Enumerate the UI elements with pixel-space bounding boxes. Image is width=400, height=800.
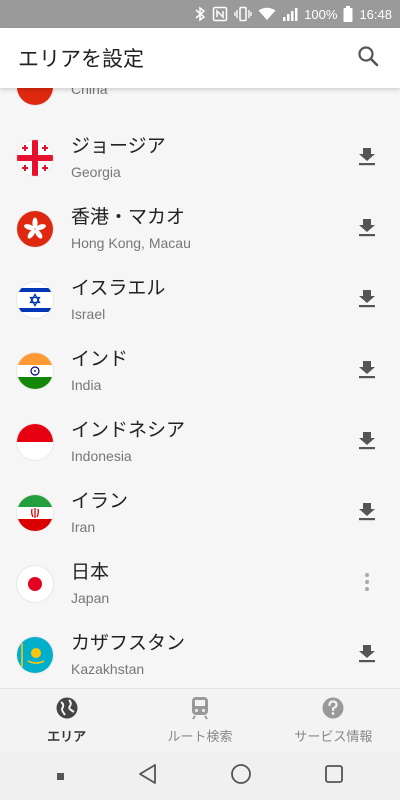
square-dot-icon[interactable] xyxy=(56,767,66,786)
area-name: インドネシア xyxy=(71,419,186,441)
list-item-israel[interactable]: イスラエル Israel xyxy=(0,264,400,335)
download-button[interactable] xyxy=(352,356,382,386)
download-icon xyxy=(357,501,377,525)
globe-icon xyxy=(55,696,79,724)
list-item-china[interactable]: China xyxy=(0,88,400,122)
vibrate-icon xyxy=(234,6,252,22)
area-name: インド xyxy=(71,348,129,370)
download-icon xyxy=(357,643,377,667)
iran-flag-icon xyxy=(17,494,53,531)
area-english-name: Hong Kong, Macau xyxy=(71,235,191,251)
israel-flag-icon xyxy=(17,281,53,318)
indonesia-flag-icon xyxy=(17,423,53,460)
list-item-georgia[interactable]: ジョージア Georgia xyxy=(0,122,400,193)
area-english-name: China xyxy=(71,88,108,97)
status-bar: 100% 16:48 xyxy=(0,0,400,28)
china-flag-icon xyxy=(17,88,53,105)
list-item-iran[interactable]: イラン Iran xyxy=(0,477,400,548)
download-button[interactable] xyxy=(352,285,382,315)
more-vert-icon xyxy=(364,572,370,596)
download-icon xyxy=(357,359,377,383)
nav-tab-area[interactable]: エリア xyxy=(0,689,133,752)
hongkong-flag-icon xyxy=(17,210,53,247)
bottom-navigation: エリア ルート検索 サービス情報 xyxy=(0,688,400,752)
download-icon xyxy=(357,217,377,241)
download-button[interactable] xyxy=(352,143,382,173)
wifi-icon xyxy=(258,7,276,21)
bluetooth-icon xyxy=(194,6,206,22)
nav-tab-route-search[interactable]: ルート検索 xyxy=(133,689,266,752)
area-english-name: Iran xyxy=(71,519,96,535)
area-english-name: Israel xyxy=(71,306,106,322)
list-item-hongkong[interactable]: 香港・マカオ Hong Kong, Macau xyxy=(0,193,400,264)
nav-label-route-search: ルート検索 xyxy=(167,730,233,745)
area-english-name: Indonesia xyxy=(71,448,132,464)
area-list[interactable]: China ジョージア Georgia 香港・マカオ Hong Kong, Ma… xyxy=(0,88,400,688)
home-icon[interactable] xyxy=(230,763,252,789)
india-flag-icon xyxy=(17,352,53,389)
download-button[interactable] xyxy=(352,640,382,670)
kazakhstan-flag-icon xyxy=(17,636,53,673)
area-name: イスラエル xyxy=(71,277,166,299)
recents-icon[interactable] xyxy=(323,763,345,789)
download-button[interactable] xyxy=(352,427,382,457)
area-english-name: Japan xyxy=(71,590,110,606)
nav-label-area: エリア xyxy=(47,730,87,745)
app-bar: エリアを設定 xyxy=(0,28,400,88)
download-button[interactable] xyxy=(352,498,382,528)
more-options-button[interactable] xyxy=(352,569,382,599)
area-name: 日本 xyxy=(71,561,110,583)
area-english-name: Georgia xyxy=(71,164,121,180)
list-item-japan[interactable]: 日本 Japan xyxy=(0,548,400,619)
search-button[interactable] xyxy=(352,42,384,74)
area-english-name: India xyxy=(71,377,102,393)
nfc-icon xyxy=(212,6,228,22)
search-icon xyxy=(357,45,379,71)
signal-icon xyxy=(282,7,298,21)
area-name: カザフスタン xyxy=(71,632,186,654)
nav-tab-service-info[interactable]: サービス情報 xyxy=(267,689,400,752)
page-title: エリアを設定 xyxy=(18,47,144,71)
battery-icon xyxy=(343,6,353,22)
train-icon xyxy=(189,696,211,724)
help-icon xyxy=(321,696,345,724)
list-item-indonesia[interactable]: インドネシア Indonesia xyxy=(0,406,400,477)
download-button[interactable] xyxy=(352,214,382,244)
area-english-name: Kazakhstan xyxy=(71,661,145,677)
nav-label-service-info: サービス情報 xyxy=(294,730,373,745)
area-name: イラン xyxy=(71,490,129,512)
download-icon xyxy=(357,146,377,170)
download-icon xyxy=(357,430,377,454)
japan-flag-icon xyxy=(17,565,53,602)
system-navigation-bar xyxy=(0,752,400,800)
area-name: ジョージア xyxy=(71,135,166,157)
status-time: 16:48 xyxy=(359,6,392,22)
battery-percent: 100% xyxy=(304,6,338,22)
list-item-india[interactable]: インド India xyxy=(0,335,400,406)
download-icon xyxy=(357,288,377,312)
georgia-flag-icon xyxy=(17,139,53,176)
area-name: 香港・マカオ xyxy=(71,206,186,228)
back-icon[interactable] xyxy=(137,763,159,789)
list-item-kazakhstan[interactable]: カザフスタン Kazakhstan xyxy=(0,619,400,688)
